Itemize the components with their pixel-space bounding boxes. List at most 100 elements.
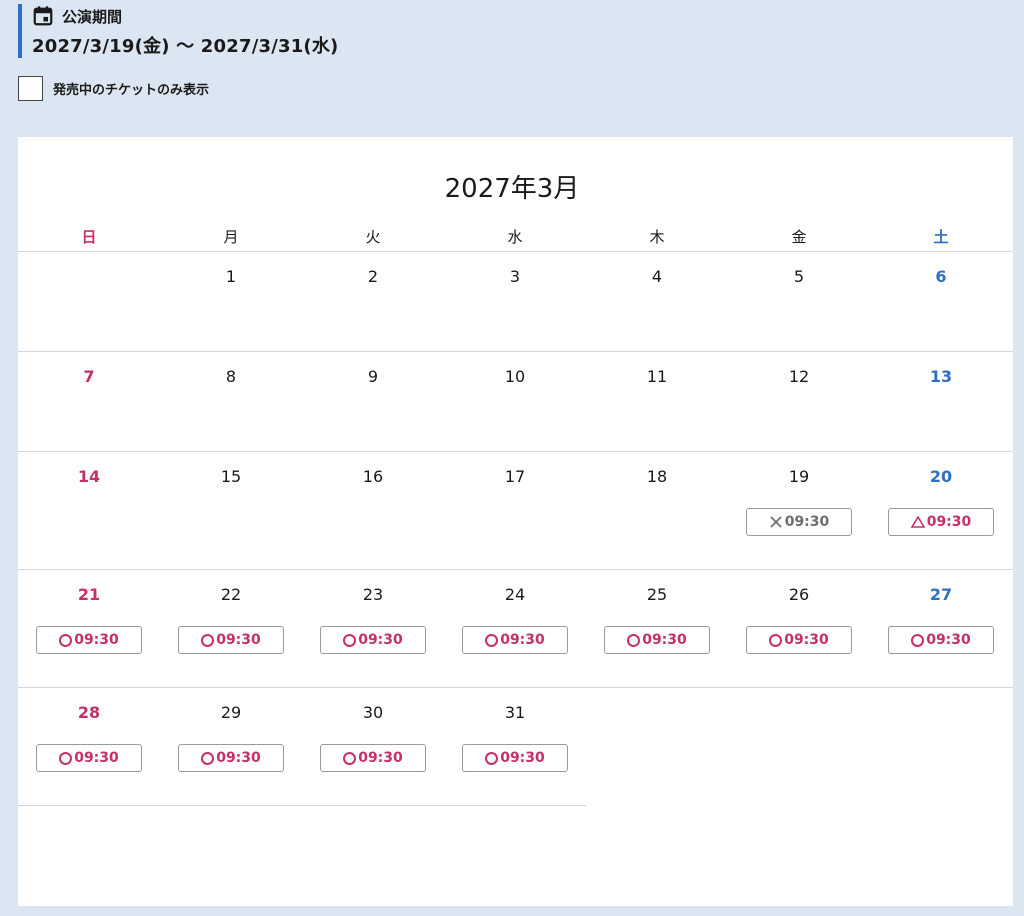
circle-mark-icon: [911, 633, 925, 647]
day-number: 9: [367, 367, 379, 386]
slot-time: 09:30: [216, 750, 261, 766]
performance-slot-button[interactable]: 09:30: [746, 626, 852, 654]
day-cell: 14: [18, 452, 160, 570]
day-number: 1: [225, 267, 237, 286]
performance-slot-button[interactable]: 09:30: [462, 626, 568, 654]
day-cell: 24 09:30: [444, 570, 586, 688]
day-cell: 8: [160, 352, 302, 452]
weekday-header: 日月火水木金土: [18, 226, 1013, 250]
slot-time: 09:30: [500, 750, 545, 766]
day-cell: 17: [444, 452, 586, 570]
slot-time: 09:30: [784, 514, 830, 530]
month-title: 2027年3月: [444, 174, 580, 204]
weekday-6: 土: [933, 228, 949, 246]
slot-time: 09:30: [74, 632, 119, 648]
circle-mark-icon: [485, 751, 499, 765]
day-number: 30: [362, 703, 384, 722]
row-divider: [18, 351, 1013, 352]
weekday-3: 水: [507, 228, 523, 246]
triangle-mark-icon: [910, 515, 925, 529]
day-cell: 22 09:30: [160, 570, 302, 688]
circle-mark-icon: [485, 633, 499, 647]
slot-time: 09:30: [784, 632, 829, 648]
day-number: 26: [788, 585, 810, 604]
performance-slot-button[interactable]: 09:30: [36, 626, 142, 654]
day-cell: 15: [160, 452, 302, 570]
day-number: 19: [788, 467, 810, 486]
day-cell: 28 09:30: [18, 688, 160, 806]
day-number: 17: [504, 467, 526, 486]
on-sale-only-filter[interactable]: 発売中のチケットのみ表示: [18, 76, 209, 101]
performance-slot-button[interactable]: 09:30: [36, 744, 142, 772]
day-number: 7: [83, 367, 95, 386]
day-cell: 10: [444, 352, 586, 452]
day-number: 10: [504, 367, 526, 386]
day-number: 6: [935, 267, 947, 286]
slot-time: 09:30: [358, 750, 403, 766]
day-cell: 3: [444, 252, 586, 352]
day-cell: 11: [586, 352, 728, 452]
slot-time: 09:30: [926, 514, 972, 530]
performance-slot-button[interactable]: 09:30: [320, 744, 426, 772]
day-number: 29: [220, 703, 242, 722]
slot-time: 09:30: [642, 632, 687, 648]
day-cell: 30 09:30: [302, 688, 444, 806]
performance-slot-button[interactable]: 09:30: [178, 626, 284, 654]
circle-mark-icon: [59, 751, 73, 765]
day-number: 21: [77, 585, 101, 604]
day-cell: 18: [586, 452, 728, 570]
day-cell: 27 09:30: [870, 570, 1012, 688]
day-cell: 19 09:30: [728, 452, 870, 570]
day-number: 31: [504, 703, 526, 722]
day-number: 27: [929, 585, 953, 604]
row-divider: [18, 569, 1013, 570]
day-number: 8: [225, 367, 237, 386]
day-cell: 4: [586, 252, 728, 352]
day-number: 24: [504, 585, 526, 604]
day-cell: 7: [18, 352, 160, 452]
day-cell: 23 09:30: [302, 570, 444, 688]
day-cell: 1: [160, 252, 302, 352]
circle-mark-icon: [343, 751, 357, 765]
day-cell: 20 09:30: [870, 452, 1012, 570]
day-number: 28: [77, 703, 101, 722]
performance-slot-button[interactable]: 09:30: [888, 626, 994, 654]
performance-slot-button[interactable]: 09:30: [746, 508, 852, 536]
day-number: 4: [651, 267, 663, 286]
day-number: 5: [793, 267, 805, 286]
on-sale-only-checkbox[interactable]: [18, 76, 43, 101]
period-label: 公演期間: [62, 7, 123, 26]
slot-time: 09:30: [216, 632, 261, 648]
day-cell: 29 09:30: [160, 688, 302, 806]
day-number: 11: [646, 367, 668, 386]
period-value: 2027/3/19(金) 〜 2027/3/31(水): [32, 36, 339, 57]
slot-time: 09:30: [926, 632, 971, 648]
day-cell: 5: [728, 252, 870, 352]
performance-slot-button[interactable]: 09:30: [604, 626, 710, 654]
row-divider: [18, 687, 1013, 688]
day-number: 2: [367, 267, 379, 286]
day-number: 3: [509, 267, 521, 286]
day-number: 12: [788, 367, 810, 386]
performance-slot-button[interactable]: 09:30: [320, 626, 426, 654]
day-cell: 12: [728, 352, 870, 452]
performance-slot-button[interactable]: 09:30: [462, 744, 568, 772]
day-number: 18: [646, 467, 668, 486]
performance-slot-button[interactable]: 09:30: [888, 508, 994, 536]
on-sale-only-label: 発売中のチケットのみ表示: [53, 83, 210, 98]
day-cell: 31 09:30: [444, 688, 586, 806]
day-number: 25: [646, 585, 668, 604]
performance-slot-button[interactable]: 09:30: [178, 744, 284, 772]
day-number: 22: [220, 585, 242, 604]
day-number: 14: [77, 467, 101, 486]
period-label-row: 公演期間: [32, 4, 338, 28]
weekday-2: 火: [365, 228, 381, 246]
day-cell: 21 09:30: [18, 570, 160, 688]
day-number: 23: [362, 585, 384, 604]
weekday-4: 木: [649, 228, 665, 246]
circle-mark-icon: [201, 633, 215, 647]
slot-time: 09:30: [74, 750, 119, 766]
day-cell: 25 09:30: [586, 570, 728, 688]
day-number: 13: [929, 367, 953, 386]
weekday-0: 日: [81, 228, 97, 246]
